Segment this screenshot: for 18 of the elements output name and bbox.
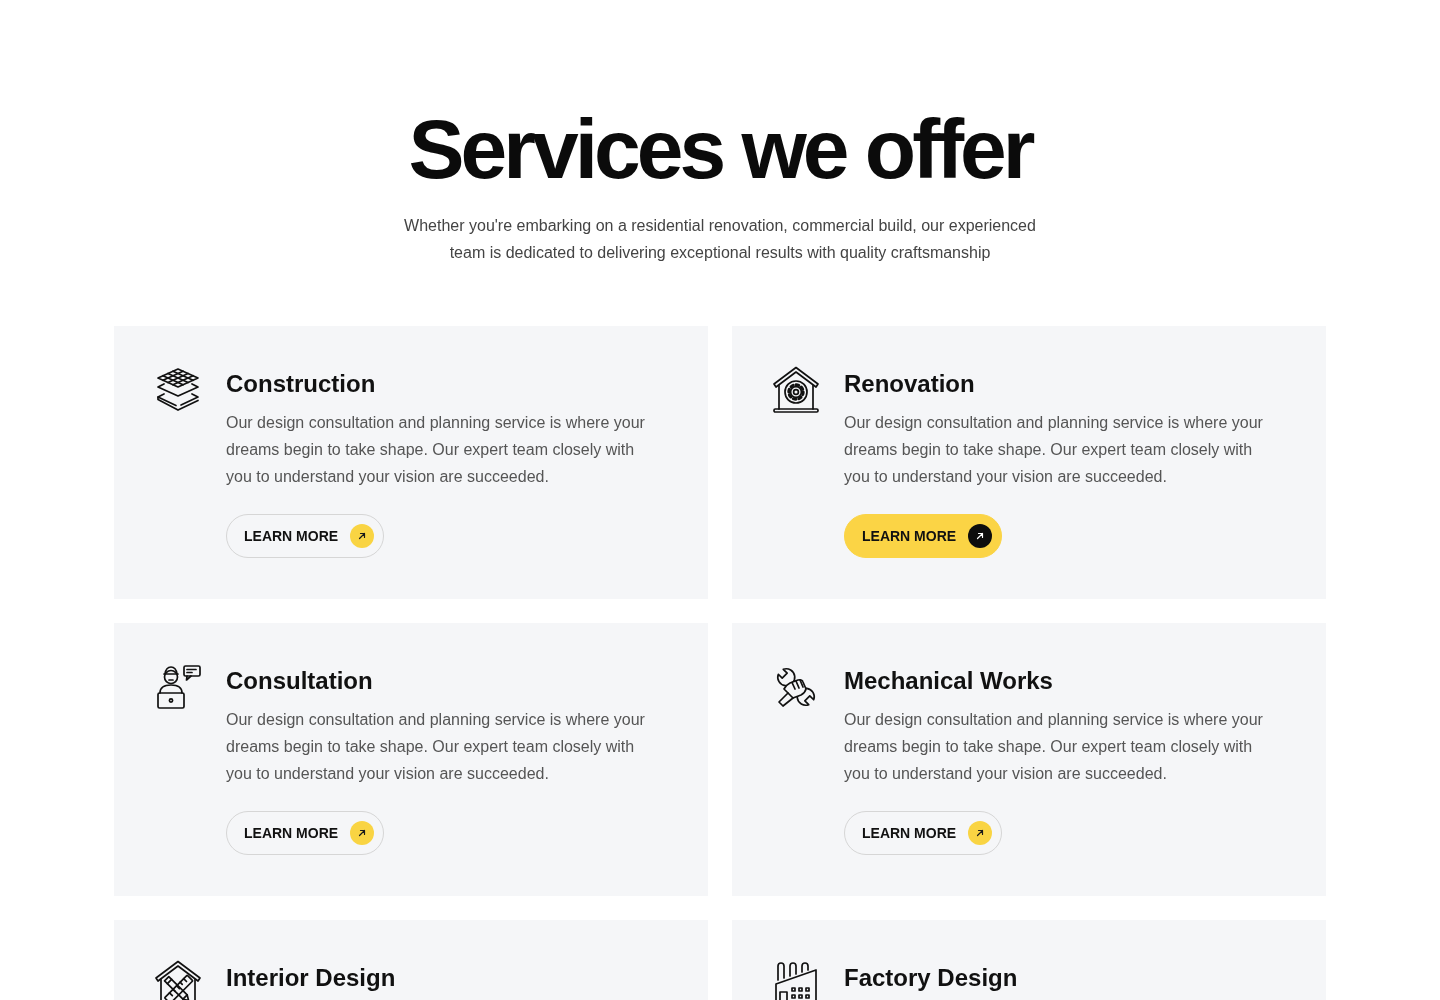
house-ruler-pencil-icon bbox=[154, 960, 202, 1000]
card-title: Mechanical Works bbox=[844, 666, 1053, 696]
section-heading: Services we offer bbox=[408, 107, 1032, 191]
section-subtitle: Whether you're embarking on a residential renovation, commercial build, our experienced team is dedicated to delivering exceptional results with quality craftsmanship bbox=[403, 216, 1037, 263]
card-description: Our design consultation and planning service is where your dreams begin to take shape. Our expert team closely with you to understand your vision are succeeded. bbox=[226, 413, 646, 487]
card-title: Consultation bbox=[226, 666, 373, 696]
card-description: Our design consultation and planning service is where your dreams begin to take shape. Our expert team closely with you to understand your vision are succeeded. bbox=[844, 710, 1264, 784]
card-title: Factory Design bbox=[844, 963, 1018, 993]
person-laptop-icon bbox=[154, 663, 202, 711]
learn-more-button[interactable]: LEARN MORE bbox=[844, 514, 1003, 558]
card-description: Our design consultation and planning service is where your dreams begin to take shape. Our expert team closely with you to understand your vision are succeeded. bbox=[226, 710, 646, 784]
card-title: Renovation bbox=[844, 369, 975, 399]
card-description: Our design consultation and planning service is where your dreams begin to take shape. Our expert team closely with you to understand your vision are succeeded. bbox=[844, 413, 1264, 487]
factory-icon bbox=[772, 960, 820, 1000]
layers-icon bbox=[154, 366, 202, 414]
card-title: Construction bbox=[226, 369, 376, 399]
card-title: Interior Design bbox=[226, 963, 396, 993]
house-gear-icon bbox=[772, 366, 820, 414]
